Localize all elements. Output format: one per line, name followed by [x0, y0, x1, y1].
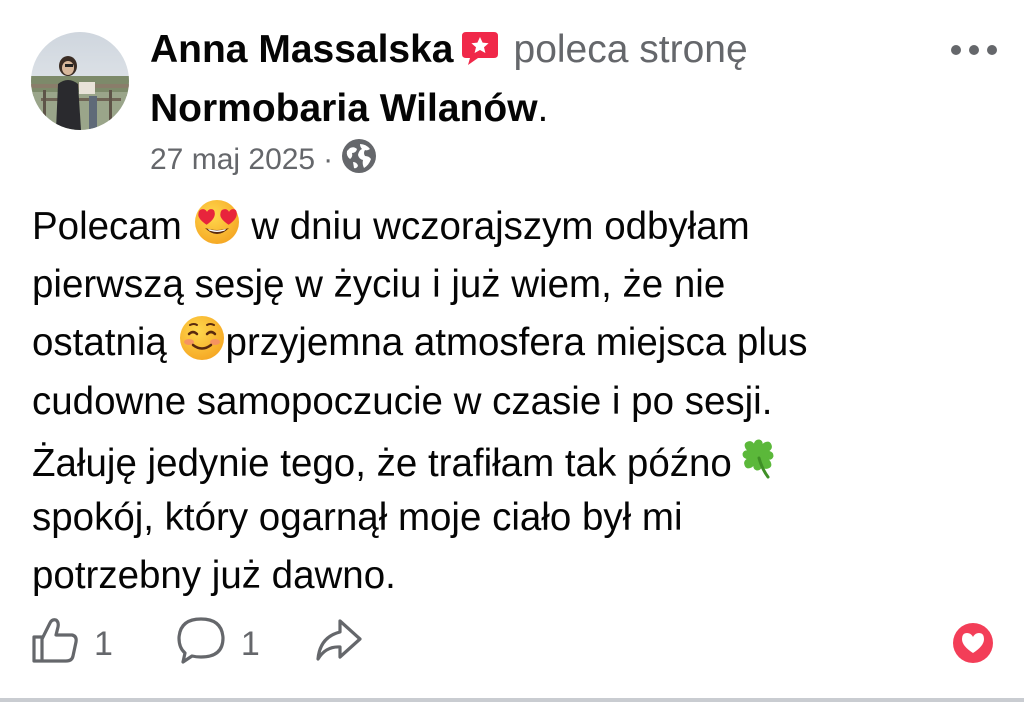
more-dots-icon — [951, 45, 997, 55]
heart-eyes-emoji — [193, 198, 241, 263]
smiling-blush-emoji — [178, 314, 226, 379]
body-line: cudowne samopoczucie w czasie i po sesji… — [32, 379, 773, 423]
post-date[interactable]: 27 maj 2025 — [150, 143, 315, 177]
body-line-text: ostatnią — [32, 321, 178, 365]
body-line-text: w dniu wczorajszym odbyłam — [240, 205, 750, 248]
divider — [0, 698, 1024, 702]
share-arrow-icon — [312, 615, 364, 674]
avatar-image — [31, 32, 129, 130]
post-actions: 1 1 — [30, 616, 364, 670]
thumbs-up-icon — [30, 615, 80, 674]
meta-separator: · — [323, 143, 334, 176]
body-line: Polecam w dniu wczorajszym odbyłam — [32, 198, 992, 256]
post-body: Polecam w dniu wczorajszym odbyłam pierw… — [32, 198, 992, 605]
share-button[interactable] — [312, 615, 364, 674]
body-line-text: przyjemna atmosfera miejsca plus — [225, 321, 808, 365]
recommendation-star-icon — [460, 26, 500, 81]
body-line: potrzebny już dawno. — [32, 554, 396, 598]
sentence-period: . — [537, 87, 549, 130]
page-name-link[interactable]: Normobaria Wilanów — [150, 87, 538, 130]
globe-icon — [341, 138, 377, 182]
comment-button[interactable]: 1 — [175, 615, 260, 674]
post-header: Anna Massalska poleca stronę Normobaria W… — [150, 22, 910, 136]
review-post: Anna Massalska poleca stronę Normobaria W… — [0, 0, 1024, 702]
body-line: ostatnią przyjemna atmosfera miejsca plu… — [32, 314, 992, 372]
body-line-text: Polecam — [32, 205, 193, 248]
body-line: Żałuję jedynie tego, że trafiłam tak póź… — [32, 431, 992, 489]
comment-count: 1 — [240, 624, 260, 663]
author-name[interactable]: Anna Massalska — [150, 28, 454, 71]
four-leaf-clover-emoji — [732, 431, 784, 500]
like-button[interactable]: 1 — [30, 615, 113, 674]
body-line: pierwszą sesję w życiu i już wiem, że ni… — [32, 263, 726, 307]
body-line: spokój, który ogarnął moje ciało był mi — [32, 495, 683, 539]
post-meta: 27 maj 2025 · — [150, 138, 377, 182]
like-count: 1 — [94, 624, 113, 663]
recommends-text: poleca stronę — [513, 28, 748, 71]
more-options-button[interactable] — [950, 38, 998, 62]
avatar[interactable] — [31, 32, 129, 130]
body-line-text: Żałuję jedynie tego, że trafiłam tak póź… — [32, 441, 732, 485]
love-reaction-icon[interactable] — [952, 622, 994, 664]
comment-bubble-icon — [175, 615, 227, 674]
